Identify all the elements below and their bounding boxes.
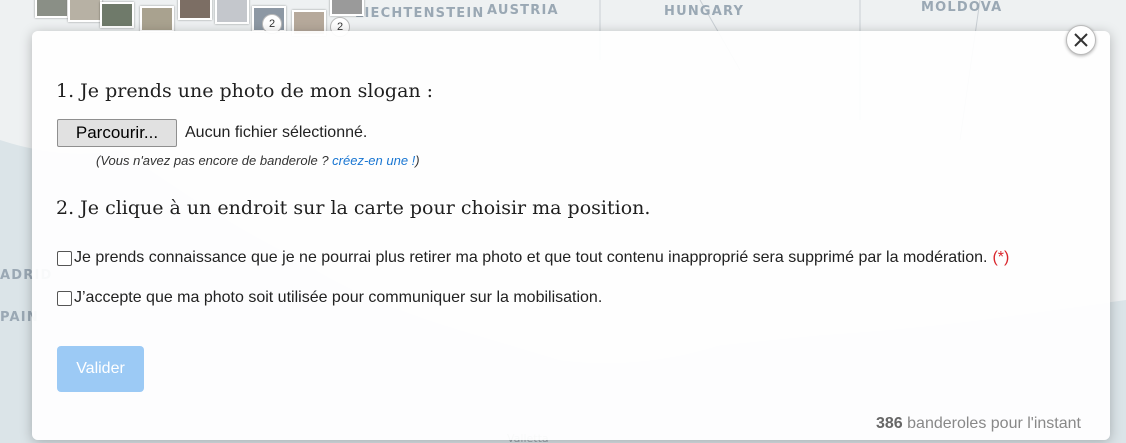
create-banner-link[interactable]: créez-en une ! xyxy=(332,153,415,168)
banner-counter: 386 banderoles pour l'instant xyxy=(876,415,1081,433)
close-icon xyxy=(1074,33,1088,47)
photo-marker[interactable] xyxy=(215,0,249,24)
communication-consent-label: J’accepte que ma photo soit utilisée pou… xyxy=(74,289,603,306)
communication-consent-checkbox[interactable] xyxy=(57,290,72,306)
hint-prefix: (Vous n'avez pas encore de banderole ? xyxy=(96,153,329,168)
close-button[interactable] xyxy=(1066,25,1096,55)
banner-count: 386 xyxy=(876,415,903,432)
moderation-consent-row: Je prends connaissance que je ne pourrai… xyxy=(57,249,1009,267)
photo-marker[interactable] xyxy=(178,0,212,20)
banner-count-suffix: banderoles pour l'instant xyxy=(907,415,1081,432)
submit-button[interactable]: Valider xyxy=(57,346,144,392)
photo-marker[interactable] xyxy=(100,2,134,28)
photo-marker[interactable] xyxy=(35,0,69,18)
moderation-consent-label: Je prends connaissance que je ne pourrai… xyxy=(74,249,988,266)
file-status: Aucun fichier sélectionné. xyxy=(185,124,368,141)
photo-marker[interactable] xyxy=(330,0,364,16)
step2-title: 2. Je clique à un endroit sur la carte p… xyxy=(56,197,651,219)
moderation-consent-checkbox[interactable] xyxy=(57,250,72,266)
photo-marker[interactable] xyxy=(140,6,174,32)
required-mark: (*) xyxy=(992,249,1010,266)
map-label-country: MOLDOVA xyxy=(921,0,1003,15)
communication-consent-row: J’accepte que ma photo soit utilisée pou… xyxy=(57,289,602,307)
banner-hint: (Vous n'avez pas encore de banderole ? c… xyxy=(96,153,420,168)
browse-file-button[interactable]: Parcourir... xyxy=(57,119,177,147)
hint-suffix: ) xyxy=(415,153,420,168)
step1-title: 1. Je prends une photo de mon slogan : xyxy=(56,80,434,102)
map-label-country: AUSTRIA xyxy=(487,3,559,18)
photo-marker[interactable] xyxy=(68,0,102,22)
map-label-country: HUNGARY xyxy=(664,4,745,19)
